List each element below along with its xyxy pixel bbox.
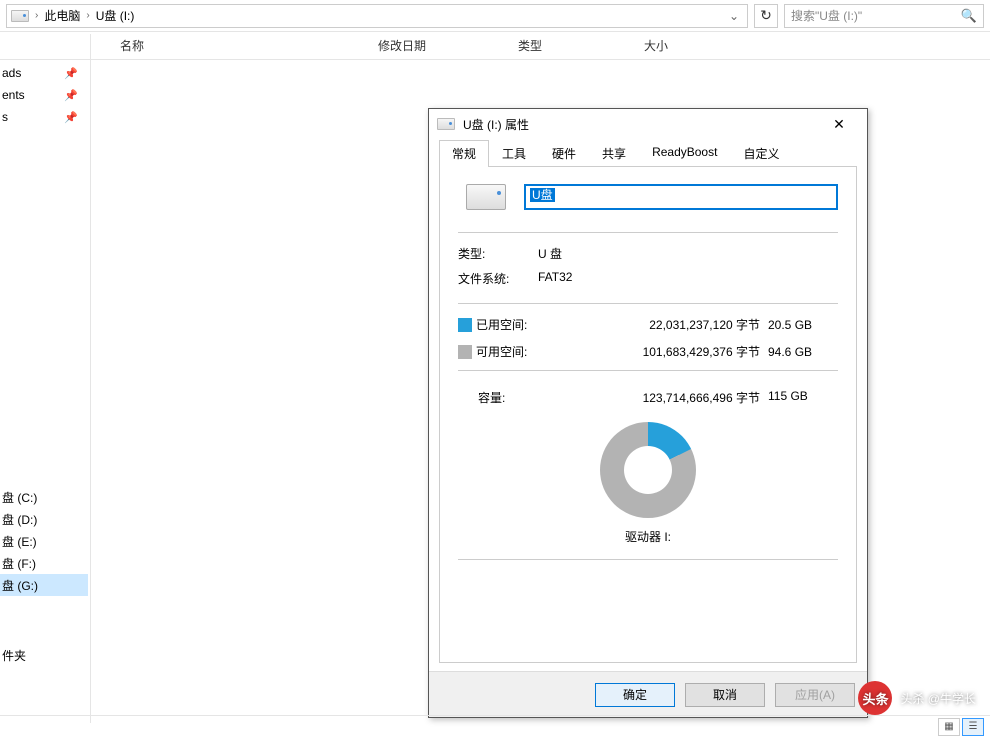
address-bar[interactable]: › 此电脑 › U盘 (I:) ⌄ <box>6 4 748 28</box>
used-label: 已用空间: <box>476 316 546 333</box>
filesystem-value: FAT32 <box>538 270 838 287</box>
usage-donut-chart <box>600 422 696 518</box>
free-label: 可用空间: <box>476 343 546 360</box>
divider <box>458 303 838 304</box>
drive-icon <box>11 10 29 22</box>
pin-icon: 📌 <box>64 67 78 80</box>
column-name[interactable]: 名称 <box>110 37 368 54</box>
dialog-buttons: 确定 取消 应用(A) <box>429 671 867 717</box>
watermark: 头条 头杀 @牛学长 <box>858 681 976 715</box>
capacity-human: 115 GB <box>768 389 838 406</box>
tab-readyboost[interactable]: ReadyBoost <box>639 140 730 166</box>
sidebar-item[interactable]: 盘 (D:) <box>0 508 88 530</box>
sidebar-item[interactable]: 盘 (E:) <box>0 530 88 552</box>
tab-page-general: U盘 类型: U 盘 文件系统: FAT32 已用空间: 22,031,237,… <box>439 166 857 663</box>
search-placeholder: 搜索"U盘 (I:)" <box>791 7 862 24</box>
view-details-button[interactable]: ☰ <box>962 718 984 736</box>
pin-icon: 📌 <box>64 89 78 102</box>
divider <box>90 34 91 723</box>
tab-tools[interactable]: 工具 <box>489 140 539 166</box>
free-color-swatch <box>458 345 472 359</box>
properties-dialog: U盘 (I:) 属性 ✕ 常规 工具 硬件 共享 ReadyBoost 自定义 … <box>428 108 868 718</box>
watermark-badge-icon: 头条 <box>858 681 892 715</box>
sidebar-item[interactable]: 盘 (F:) <box>0 552 88 574</box>
pin-icon: 📌 <box>64 111 78 124</box>
column-size[interactable]: 大小 <box>634 37 714 54</box>
ok-button[interactable]: 确定 <box>595 683 675 707</box>
column-date[interactable]: 修改日期 <box>368 37 508 54</box>
divider <box>458 232 838 233</box>
used-bytes: 22,031,237,120 字节 <box>546 316 768 333</box>
used-human: 20.5 GB <box>768 318 838 332</box>
status-bar: ▦ ☰ <box>0 715 990 737</box>
close-button[interactable]: ✕ <box>819 110 859 138</box>
type-value: U 盘 <box>538 245 838 262</box>
used-color-swatch <box>458 318 472 332</box>
tab-hardware[interactable]: 硬件 <box>539 140 589 166</box>
tab-general[interactable]: 常规 <box>439 140 489 166</box>
search-icon[interactable]: 🔍 <box>961 8 977 24</box>
drive-icon <box>437 118 455 130</box>
sidebar-item[interactable]: ents📌 <box>0 84 88 106</box>
watermark-text: 头杀 @牛学长 <box>900 690 976 707</box>
chevron-right-icon[interactable]: › <box>86 10 89 21</box>
column-type[interactable]: 类型 <box>508 37 634 54</box>
nav-pane: ads📌 ents📌 s📌 盘 (C:) 盘 (D:) 盘 (E:) 盘 (F:… <box>0 62 88 666</box>
cancel-button[interactable]: 取消 <box>685 683 765 707</box>
tab-custom[interactable]: 自定义 <box>730 140 792 166</box>
filesystem-label: 文件系统: <box>458 270 538 287</box>
breadcrumb-item[interactable]: 此电脑 <box>44 7 80 24</box>
sidebar-item[interactable]: 盘 (G:) <box>0 574 88 596</box>
column-headers: 名称 修改日期 类型 大小 <box>0 32 990 60</box>
drive-icon <box>466 184 506 210</box>
apply-button: 应用(A) <box>775 683 855 707</box>
search-input[interactable]: 搜索"U盘 (I:)" 🔍 <box>784 4 984 28</box>
free-bytes: 101,683,429,376 字节 <box>546 343 768 360</box>
capacity-label: 容量: <box>458 389 546 406</box>
sidebar-item[interactable]: 件夹 <box>0 644 88 666</box>
dialog-title: U盘 (I:) 属性 <box>463 116 811 133</box>
free-human: 94.6 GB <box>768 345 838 359</box>
drive-name-input[interactable]: U盘 <box>524 184 838 210</box>
capacity-bytes: 123,714,666,496 字节 <box>546 389 768 406</box>
sidebar-item[interactable]: s📌 <box>0 106 88 128</box>
drive-label: 驱动器 I: <box>625 528 671 545</box>
breadcrumb-item[interactable]: U盘 (I:) <box>96 7 135 24</box>
chevron-right-icon[interactable]: › <box>35 10 38 21</box>
chevron-down-icon[interactable]: ⌄ <box>725 9 743 23</box>
sidebar-item[interactable]: ads📌 <box>0 62 88 84</box>
divider <box>458 370 838 371</box>
tab-sharing[interactable]: 共享 <box>589 140 639 166</box>
refresh-button[interactable] <box>754 4 778 28</box>
tab-bar: 常规 工具 硬件 共享 ReadyBoost 自定义 <box>439 140 857 167</box>
dialog-titlebar[interactable]: U盘 (I:) 属性 ✕ <box>429 109 867 139</box>
sidebar-item[interactable]: 盘 (C:) <box>0 486 88 508</box>
divider <box>458 559 838 560</box>
view-thumbnails-button[interactable]: ▦ <box>938 718 960 736</box>
type-label: 类型: <box>458 245 538 262</box>
